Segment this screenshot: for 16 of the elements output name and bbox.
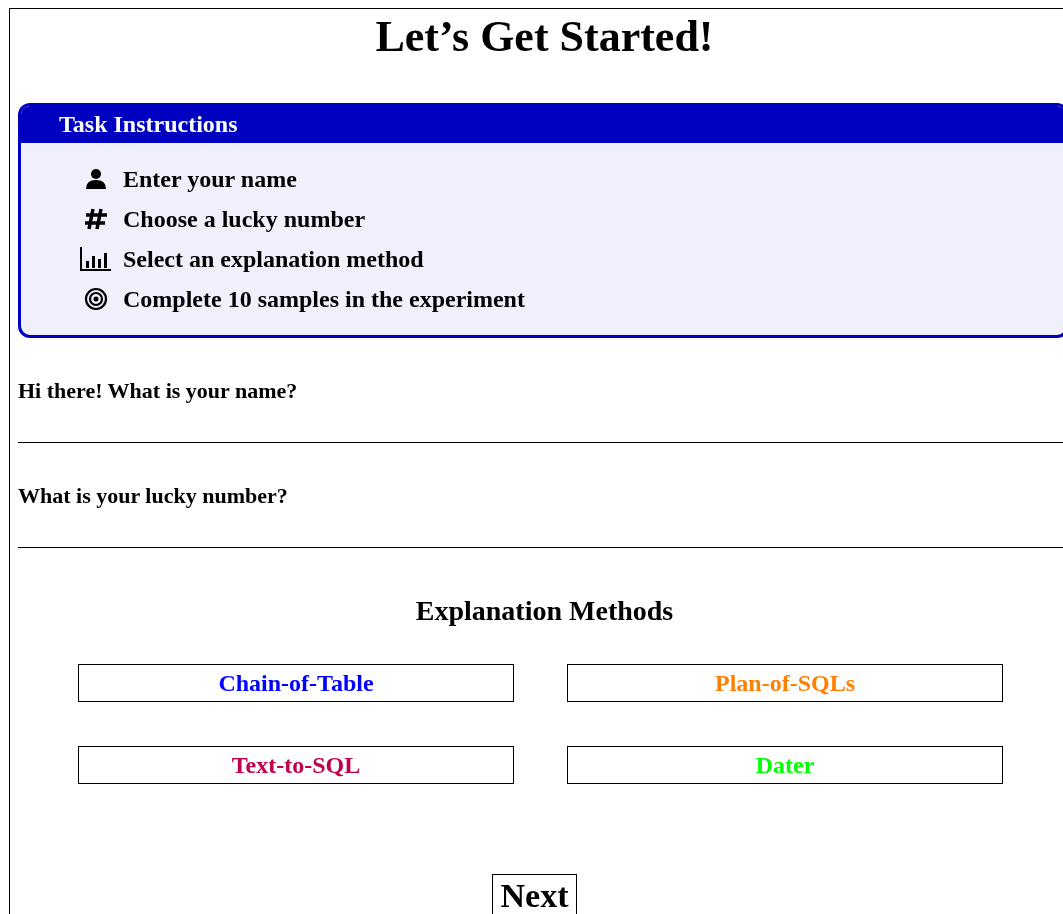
- question-label: Hi there! What is your name?: [18, 378, 299, 404]
- instruction-text: Complete 10 samples in the experiment: [123, 285, 525, 313]
- section-title: Explanation Methods: [414, 594, 675, 628]
- question-label: What is your lucky number?: [18, 483, 289, 509]
- target-icon: [84, 287, 108, 311]
- page-title: Let’s Get Started!: [374, 11, 715, 63]
- instruction-text: Enter your name: [123, 165, 297, 193]
- panel-title: Task Instructions: [59, 111, 238, 138]
- person-icon: [85, 168, 107, 190]
- next-button[interactable]: Next: [491, 874, 578, 914]
- hash-icon: [84, 208, 108, 230]
- instruction-text: Select an explanation method: [123, 245, 424, 273]
- bar-chart-icon: [80, 247, 112, 271]
- instruction-text: Choose a lucky number: [123, 205, 366, 233]
- method-button[interactable]: Chain-of-Table: [78, 664, 514, 702]
- method-button[interactable]: Text-to-SQL: [78, 746, 514, 784]
